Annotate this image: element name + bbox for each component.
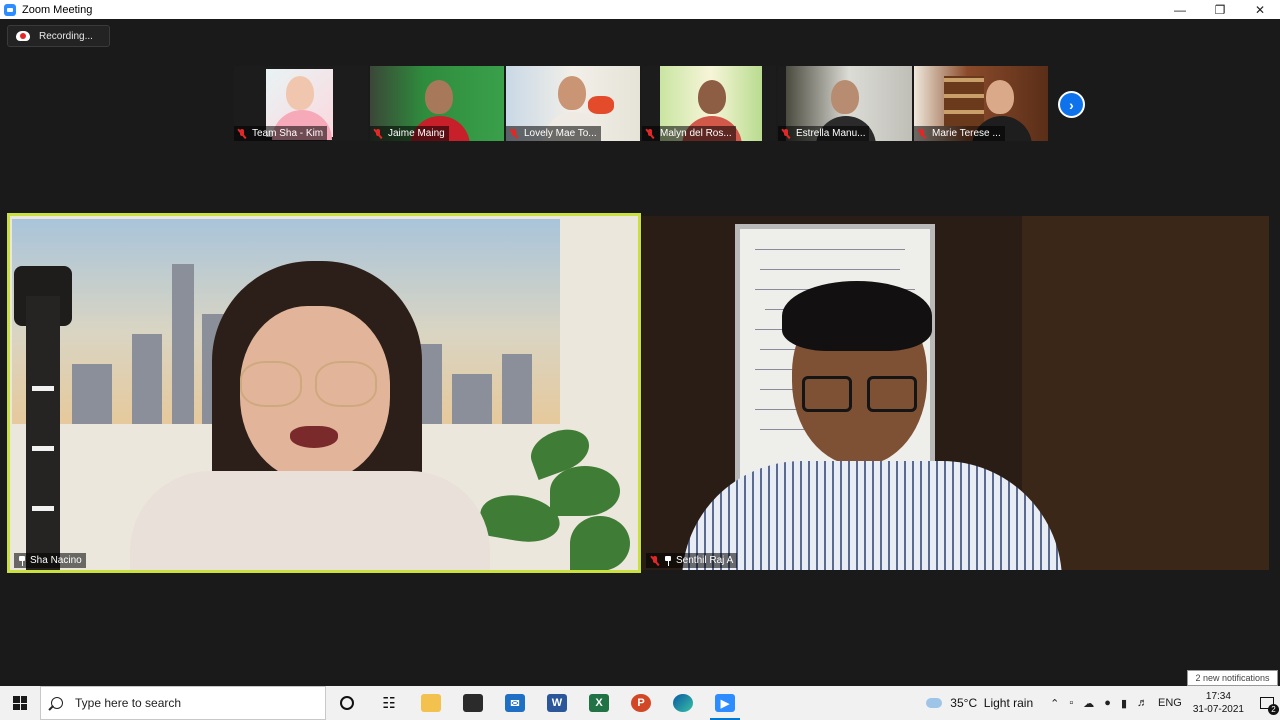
participant-thumbnail[interactable]: Jaime Maing bbox=[370, 66, 504, 141]
pin-icon bbox=[18, 555, 26, 566]
weather-temp: 35°C bbox=[950, 696, 978, 710]
muted-mic-icon bbox=[373, 128, 383, 139]
device-icon[interactable]: ▫ bbox=[1069, 697, 1073, 709]
search-icon bbox=[51, 697, 63, 709]
meeting-area: Recording... Team Sha - Kim Jaime Maing bbox=[0, 19, 1280, 686]
cloud-recording-icon bbox=[16, 31, 30, 41]
search-box[interactable]: Type here to search bbox=[40, 686, 326, 720]
mail-button[interactable]: ✉ bbox=[494, 686, 536, 720]
guitar-neck bbox=[26, 296, 60, 570]
muted-mic-icon bbox=[509, 128, 519, 139]
zoom-icon: ▶ bbox=[715, 694, 735, 712]
wooden-cabinet bbox=[1022, 216, 1269, 570]
notification-icon bbox=[1260, 697, 1279, 715]
word-icon: W bbox=[547, 694, 567, 712]
video-tile-active-speaker[interactable]: Sha Nacino bbox=[7, 213, 641, 573]
participant-name: Jaime Maing bbox=[388, 128, 445, 139]
weather-widget[interactable]: 35°C Light rain bbox=[926, 696, 1033, 710]
language-indicator[interactable]: ENG bbox=[1158, 697, 1182, 709]
muted-mic-icon bbox=[917, 128, 927, 139]
cortana-button[interactable] bbox=[326, 686, 368, 720]
participant-thumbnail[interactable]: Estrella Manu... bbox=[778, 66, 912, 141]
cortana-icon bbox=[340, 696, 354, 710]
close-button[interactable]: ✕ bbox=[1240, 0, 1280, 19]
participant-label: Malyn del Ros... bbox=[642, 126, 736, 141]
recording-label: Recording... bbox=[39, 30, 93, 42]
onedrive-icon[interactable]: ☁ bbox=[1083, 697, 1094, 710]
participant-label: Marie Terese ... bbox=[914, 126, 1005, 141]
clock-time: 17:34 bbox=[1205, 691, 1231, 702]
next-page-button[interactable]: › bbox=[1058, 91, 1085, 118]
window-controls: — ❐ ✕ bbox=[1160, 0, 1280, 19]
participant-strip: Team Sha - Kim Jaime Maing Lovely Mae To… bbox=[234, 66, 1050, 141]
edge-icon bbox=[673, 694, 693, 712]
participant-name: Malyn del Ros... bbox=[660, 128, 732, 139]
minimize-button[interactable]: — bbox=[1160, 0, 1200, 19]
start-button[interactable] bbox=[0, 686, 40, 720]
window-title: Zoom Meeting bbox=[22, 3, 93, 16]
edge-button[interactable] bbox=[662, 686, 704, 720]
participant-thumbnail[interactable]: Marie Terese ... bbox=[914, 66, 1048, 141]
rain-cloud-icon bbox=[926, 698, 943, 708]
video-tile[interactable]: Senthil Raj A bbox=[642, 216, 1269, 570]
weather-condition: Light rain bbox=[983, 696, 1034, 710]
participant-label: Team Sha - Kim bbox=[234, 126, 328, 141]
file-explorer-button[interactable] bbox=[410, 686, 452, 720]
battery-icon[interactable]: ▮ bbox=[1121, 697, 1127, 710]
participant-thumbnail[interactable]: Team Sha - Kim bbox=[234, 66, 368, 141]
participant-name: Team Sha - Kim bbox=[252, 128, 324, 139]
microphone-icon[interactable]: ● bbox=[1104, 697, 1111, 709]
excel-button[interactable]: X bbox=[578, 686, 620, 720]
participant-name: Lovely Mae To... bbox=[524, 128, 597, 139]
participant-label: Lovely Mae To... bbox=[506, 126, 601, 141]
participant-label: Senthil Raj A bbox=[646, 553, 738, 568]
excel-icon: X bbox=[589, 694, 609, 712]
notification-tooltip: 2 new notifications bbox=[1187, 670, 1278, 686]
zoom-taskbar-button[interactable]: ▶ bbox=[704, 686, 746, 720]
participant-shirt bbox=[682, 461, 1062, 570]
powerpoint-icon: P bbox=[631, 694, 651, 712]
muted-mic-icon bbox=[650, 555, 660, 566]
powerpoint-button[interactable]: P bbox=[620, 686, 662, 720]
windows-icon bbox=[13, 696, 27, 710]
participant-label: Estrella Manu... bbox=[778, 126, 870, 141]
participant-name: Senthil Raj A bbox=[676, 555, 734, 566]
task-view-button[interactable]: ☷ bbox=[368, 686, 410, 720]
participant-name: Sha Nacino bbox=[30, 555, 82, 566]
clock-date: 31-07-2021 bbox=[1192, 704, 1244, 715]
chevron-up-icon[interactable]: ⌃ bbox=[1050, 697, 1059, 710]
mail-icon: ✉ bbox=[505, 694, 525, 712]
store-icon bbox=[463, 694, 483, 712]
system-tray: 35°C Light rain ⌃ ▫ ☁ ● ▮ ♬ ENG 17:34 31… bbox=[926, 686, 1280, 720]
participant-thumbnail[interactable]: Lovely Mae To... bbox=[506, 66, 640, 141]
pin-icon bbox=[664, 555, 672, 566]
taskbar: Type here to search ☷ ✉ W X P ▶ 35°C Lig… bbox=[0, 686, 1280, 720]
action-center-button[interactable] bbox=[1254, 686, 1280, 720]
file-explorer-icon bbox=[421, 694, 441, 712]
search-placeholder: Type here to search bbox=[75, 696, 182, 710]
volume-icon[interactable]: ♬ bbox=[1137, 697, 1148, 709]
speaker-shirt bbox=[130, 471, 490, 570]
task-view-icon: ☷ bbox=[382, 695, 396, 712]
maximize-button[interactable]: ❐ bbox=[1200, 0, 1240, 19]
word-button[interactable]: W bbox=[536, 686, 578, 720]
recording-indicator[interactable]: Recording... bbox=[7, 25, 110, 47]
clock[interactable]: 17:34 31-07-2021 bbox=[1193, 690, 1244, 716]
participant-name: Estrella Manu... bbox=[796, 128, 866, 139]
participant-name: Marie Terese ... bbox=[932, 128, 1001, 139]
participant-label: Jaime Maing bbox=[370, 126, 449, 141]
store-button[interactable] bbox=[452, 686, 494, 720]
participant-thumbnail[interactable]: Malyn del Ros... bbox=[642, 66, 776, 141]
muted-mic-icon bbox=[781, 128, 791, 139]
title-bar: Zoom Meeting — ❐ ✕ bbox=[0, 0, 1280, 19]
participant-label: Sha Nacino bbox=[14, 553, 86, 568]
muted-mic-icon bbox=[237, 128, 247, 139]
muted-mic-icon bbox=[645, 128, 655, 139]
zoom-app-icon bbox=[4, 3, 16, 16]
